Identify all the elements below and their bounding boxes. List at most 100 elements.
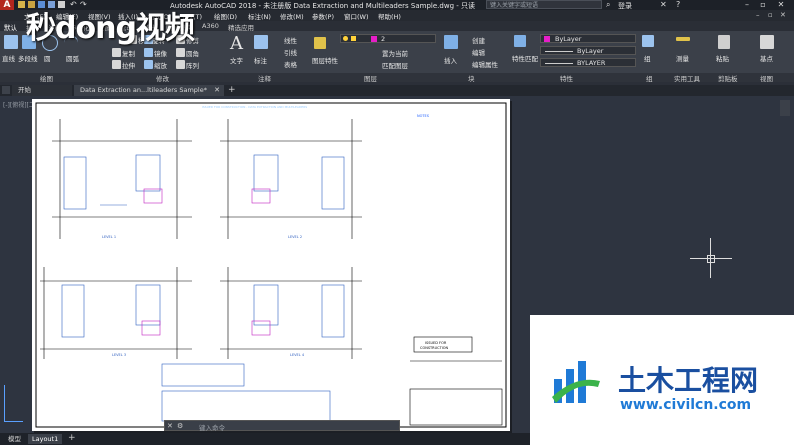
group-button[interactable]: 组 [644, 53, 651, 63]
tab-start[interactable]: 开始 [12, 85, 72, 96]
document-tabs: 开始 Data Extraction an...ltileaders Sampl… [0, 85, 794, 96]
line-icon[interactable] [4, 35, 18, 49]
leader-button[interactable]: 引线 [284, 47, 297, 57]
menu-help[interactable]: 帮助(H) [378, 11, 401, 21]
menu-dimension[interactable]: 标注(N) [248, 11, 271, 21]
group-icon[interactable] [642, 35, 654, 47]
match-layer-button[interactable]: 匹配图层 [382, 60, 408, 70]
pickbox [707, 255, 715, 263]
issued-line-2: CONSTRUCTION [420, 346, 449, 350]
panel-label-draw[interactable]: 绘图 [40, 73, 53, 83]
floor-plan-level-1 [52, 119, 192, 239]
panel-label-layers[interactable]: 图层 [364, 73, 377, 83]
doc-minimize-icon[interactable]: – [756, 11, 760, 19]
command-line[interactable]: ✕ ⚙ 键入命令 [164, 420, 400, 432]
help-icon[interactable]: ? [676, 0, 680, 9]
layer-freeze-icon [351, 36, 356, 41]
copy-icon[interactable] [112, 48, 121, 57]
line-button[interactable]: 直线 [2, 53, 15, 63]
panel-label-annotation[interactable]: 注释 [258, 73, 271, 83]
lineweight-dropdown[interactable]: BYLAYER [540, 58, 636, 67]
layer-on-icon [343, 36, 348, 41]
array-button[interactable]: 阵列 [186, 60, 199, 70]
add-layout-icon[interactable]: + [68, 433, 76, 443]
measure-button[interactable]: 测量 [676, 53, 689, 63]
close-button[interactable]: ✕ [774, 0, 788, 10]
dimension-icon[interactable] [254, 35, 268, 49]
insert-block-button[interactable]: 插入 [444, 55, 457, 65]
doc-close-icon[interactable]: ✕ [780, 11, 786, 19]
mirror-button[interactable]: 镜像 [154, 48, 167, 58]
level-3-label: LEVEL 3 [112, 353, 126, 357]
insert-block-icon[interactable] [444, 35, 458, 49]
tab-menu-icon[interactable] [2, 86, 10, 94]
layer-dropdown[interactable]: 2 [340, 34, 436, 43]
menu-parametric[interactable]: 参数(P) [312, 11, 334, 21]
dimension-button[interactable]: 标注 [254, 55, 267, 65]
tab-close-icon[interactable]: ✕ [214, 85, 220, 96]
base-point-button[interactable]: 基点 [760, 53, 773, 63]
panel-label-modify[interactable]: 修改 [156, 73, 169, 83]
copy-button[interactable]: 复制 [122, 48, 135, 58]
match-properties-button[interactable]: 特性匹配 [512, 53, 538, 63]
panel-label-utilities[interactable]: 实用工具 [674, 73, 700, 83]
drawing-svg: ISSUED FOR CONSTRUCTION - DATA EXTRACTIO… [35, 102, 507, 428]
fillet-icon[interactable] [176, 48, 185, 57]
menu-modify[interactable]: 修改(M) [280, 11, 304, 21]
stretch-button[interactable]: 拉伸 [122, 60, 135, 70]
tab-a360[interactable]: A360 [202, 22, 219, 30]
stretch-icon[interactable] [112, 60, 121, 69]
new-file-icon[interactable] [18, 1, 25, 8]
tab-drawing[interactable]: Data Extraction an...ltileaders Sample* … [74, 85, 224, 96]
maximize-button[interactable]: ▫ [756, 0, 770, 10]
site-url: www.civilcn.com [620, 397, 752, 413]
edit-attributes-button[interactable]: 编辑属性 [472, 59, 498, 69]
color-swatch [544, 36, 550, 42]
panel-label-clipboard[interactable]: 剪贴板 [718, 73, 738, 83]
circle-button[interactable]: 圆 [44, 53, 51, 63]
new-tab-icon[interactable]: + [228, 85, 236, 95]
exchange-icon[interactable]: ✕ [660, 0, 667, 9]
array-icon[interactable] [176, 60, 185, 69]
paste-icon[interactable] [718, 35, 730, 49]
measure-icon[interactable] [676, 37, 690, 41]
menu-window[interactable]: 窗口(W) [344, 11, 369, 21]
minimize-button[interactable]: – [740, 0, 754, 10]
doc-restore-icon[interactable]: ▫ [768, 11, 773, 19]
arc-button[interactable]: 圆弧 [66, 53, 79, 63]
command-input[interactable]: 键入命令 [199, 422, 225, 432]
panel-label-properties[interactable]: 特性 [560, 73, 573, 83]
linear-button[interactable]: 线性 [284, 35, 297, 45]
command-close-icon[interactable]: ✕ [167, 422, 173, 430]
layer-properties-button[interactable]: 图层特性 [312, 55, 338, 65]
menu-draw[interactable]: 绘图(D) [214, 11, 237, 21]
linetype-dropdown[interactable]: ByLayer [540, 46, 636, 55]
search-input[interactable]: 键入关键字或短语 [486, 0, 602, 9]
tab-layout1[interactable]: Layout1 [28, 434, 63, 444]
tab-model[interactable]: 模型 [4, 434, 25, 444]
set-current-button[interactable]: 置为当前 [382, 48, 408, 58]
panel-label-groups[interactable]: 组 [646, 73, 653, 83]
app-menu-button[interactable]: A [0, 0, 14, 10]
match-properties-icon[interactable] [514, 35, 526, 47]
base-point-icon[interactable] [760, 35, 774, 49]
table-button[interactable]: 表格 [284, 59, 297, 69]
edit-block-button[interactable]: 编辑 [472, 47, 485, 57]
mirror-icon[interactable] [144, 48, 153, 57]
layer-properties-icon[interactable] [314, 37, 326, 49]
title-block [409, 388, 503, 426]
color-dropdown[interactable]: ByLayer [540, 34, 636, 43]
scale-icon[interactable] [144, 60, 153, 69]
panel-label-block[interactable]: 块 [468, 73, 475, 83]
fillet-button[interactable]: 圆角 [186, 48, 199, 58]
linetype-preview [545, 51, 573, 52]
viewcube-icon[interactable] [780, 100, 790, 116]
scale-button[interactable]: 缩放 [154, 60, 167, 70]
text-button[interactable]: 文字 [230, 55, 243, 65]
create-block-button[interactable]: 创建 [472, 35, 485, 45]
panel-label-view[interactable]: 视图 [760, 73, 773, 83]
paste-button[interactable]: 粘贴 [716, 53, 729, 63]
polyline-button[interactable]: 多段线 [18, 53, 38, 63]
command-settings-icon[interactable]: ⚙ [177, 422, 183, 430]
text-icon[interactable]: A [230, 33, 243, 54]
